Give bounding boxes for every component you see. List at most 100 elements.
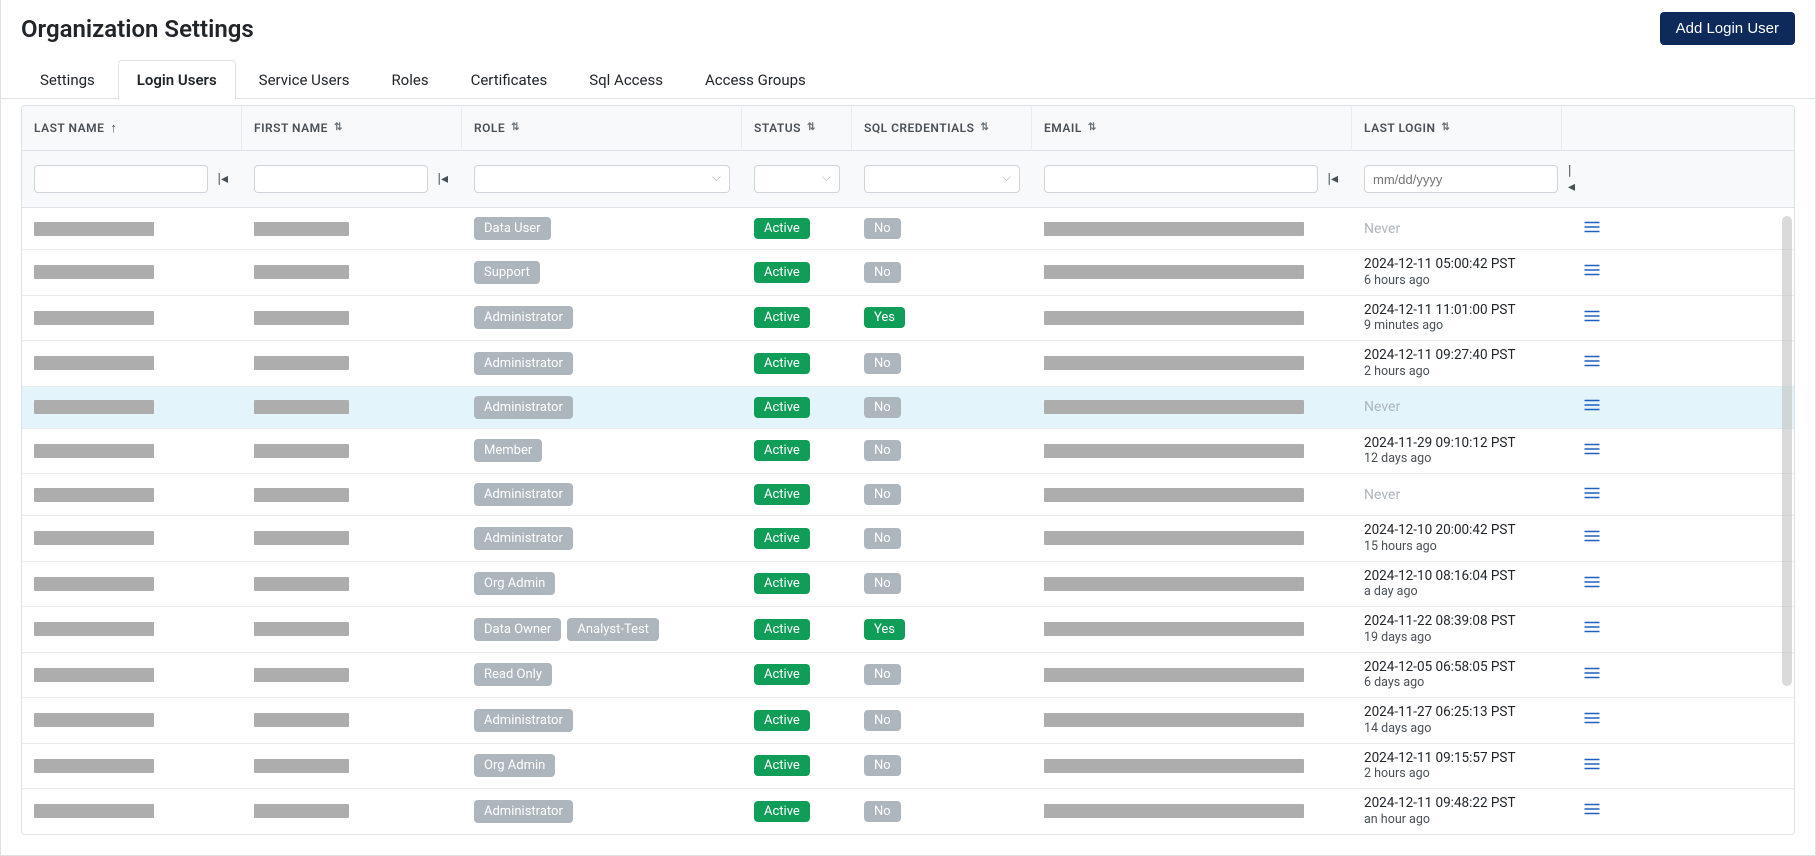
tab-access-groups[interactable]: Access Groups: [686, 60, 825, 99]
table-row[interactable]: AdministratorActiveYes2024-12-11 11:01:0…: [22, 296, 1794, 342]
table-row[interactable]: AdministratorActiveNoNever: [22, 387, 1794, 429]
table-row[interactable]: AdministratorActiveNo2024-11-27 06:25:13…: [22, 698, 1794, 744]
filter-row: |◂ |◂ |◂: [22, 151, 1794, 208]
tab-roles[interactable]: Roles: [372, 60, 447, 99]
row-actions-menu-icon[interactable]: [1583, 442, 1601, 460]
role-chip: Support: [474, 261, 540, 284]
redacted-first-name: [254, 311, 349, 325]
filter-status-select[interactable]: [754, 165, 840, 193]
row-actions-menu-icon[interactable]: [1583, 263, 1601, 281]
filter-role-select[interactable]: [474, 165, 730, 193]
redacted-first-name: [254, 531, 349, 545]
tabs-bar: SettingsLogin UsersService UsersRolesCer…: [1, 59, 1815, 99]
last-login-timestamp: 2024-12-11 05:00:42 PST: [1364, 256, 1516, 273]
sql-credentials-badge: No: [864, 353, 901, 374]
filter-email[interactable]: [1044, 165, 1318, 193]
filter-last-login-date[interactable]: [1364, 165, 1558, 193]
col-header-last-login[interactable]: LAST LOGIN ⇅: [1352, 107, 1562, 149]
row-actions-menu-icon[interactable]: [1583, 220, 1601, 238]
add-login-user-button[interactable]: Add Login User: [1660, 12, 1795, 45]
redacted-email: [1044, 804, 1304, 818]
table-row[interactable]: AdministratorActiveNoNever: [22, 474, 1794, 516]
filter-reset-icon[interactable]: |◂: [436, 171, 450, 187]
col-header-label: STATUS: [754, 121, 801, 135]
sql-credentials-badge: No: [864, 484, 901, 505]
last-login-timestamp: 2024-12-10 20:00:42 PST: [1364, 522, 1516, 539]
scrollbar[interactable]: [1782, 216, 1792, 686]
last-login-timestamp: 2024-11-29 09:10:12 PST: [1364, 435, 1516, 452]
role-chip: Read Only: [474, 663, 552, 686]
table-row[interactable]: SupportActiveNo2024-12-11 05:00:42 PST6 …: [22, 250, 1794, 296]
status-badge: Active: [754, 307, 810, 328]
sql-credentials-badge: Yes: [864, 619, 905, 640]
table-row[interactable]: Data OwnerAnalyst-TestActiveYes2024-11-2…: [22, 607, 1794, 653]
status-badge: Active: [754, 484, 810, 505]
page-title: Organization Settings: [21, 15, 254, 43]
row-actions-menu-icon[interactable]: [1583, 620, 1601, 638]
redacted-last-name: [34, 400, 154, 414]
redacted-email: [1044, 668, 1304, 682]
col-header-last-name[interactable]: LAST NAME ↑: [22, 106, 242, 150]
row-actions-menu-icon[interactable]: [1583, 802, 1601, 820]
redacted-first-name: [254, 804, 349, 818]
filter-reset-icon[interactable]: |◂: [216, 171, 230, 187]
col-header-email[interactable]: EMAIL ⇅: [1032, 107, 1352, 149]
table-row[interactable]: AdministratorActiveNo2024-12-11 09:48:22…: [22, 789, 1794, 834]
filter-last-name[interactable]: [34, 165, 208, 193]
tab-login-users[interactable]: Login Users: [118, 60, 236, 99]
col-header-first-name[interactable]: FIRST NAME ⇅: [242, 107, 462, 149]
row-actions-menu-icon[interactable]: [1583, 575, 1601, 593]
sql-credentials-badge: No: [864, 218, 901, 239]
col-header-actions: [1562, 114, 1622, 142]
sort-both-icon: ⇅: [1442, 123, 1451, 133]
redacted-first-name: [254, 444, 349, 458]
sql-credentials-badge: No: [864, 755, 901, 776]
status-badge: Active: [754, 573, 810, 594]
table-row[interactable]: Org AdminActiveNo2024-12-10 08:16:04 PST…: [22, 562, 1794, 608]
redacted-email: [1044, 577, 1304, 591]
table-row[interactable]: MemberActiveNo2024-11-29 09:10:12 PST12 …: [22, 429, 1794, 475]
col-header-sql-credentials[interactable]: SQL CREDENTIALS ⇅: [852, 107, 1032, 149]
last-login-timestamp: 2024-11-22 08:39:08 PST: [1364, 613, 1516, 630]
sort-both-icon: ⇅: [980, 123, 989, 133]
col-header-role[interactable]: ROLE ⇅: [462, 107, 742, 149]
table-row[interactable]: Read OnlyActiveNo2024-12-05 06:58:05 PST…: [22, 653, 1794, 699]
last-login-ago: 19 days ago: [1364, 630, 1516, 646]
filter-first-name[interactable]: [254, 165, 428, 193]
row-actions-menu-icon[interactable]: [1583, 711, 1601, 729]
tab-sql-access[interactable]: Sql Access: [570, 60, 682, 99]
status-badge: Active: [754, 801, 810, 822]
filter-reset-icon[interactable]: |◂: [1326, 171, 1340, 187]
redacted-first-name: [254, 577, 349, 591]
filter-sql-select[interactable]: [864, 165, 1020, 193]
row-actions-menu-icon[interactable]: [1583, 757, 1601, 775]
tab-settings[interactable]: Settings: [21, 60, 114, 99]
redacted-last-name: [34, 531, 154, 545]
row-actions-menu-icon[interactable]: [1583, 354, 1601, 372]
table-row[interactable]: AdministratorActiveNo2024-12-11 09:27:40…: [22, 341, 1794, 387]
row-actions-menu-icon[interactable]: [1583, 309, 1601, 327]
sql-credentials-badge: Yes: [864, 307, 905, 328]
last-login-ago: 14 days ago: [1364, 721, 1516, 737]
role-chip: Administrator: [474, 306, 573, 329]
row-actions-menu-icon[interactable]: [1583, 666, 1601, 684]
tab-certificates[interactable]: Certificates: [452, 60, 567, 99]
sort-both-icon: ⇅: [334, 123, 343, 133]
last-login-timestamp: 2024-12-11 09:15:57 PST: [1364, 750, 1516, 767]
role-chip: Administrator: [474, 396, 573, 419]
last-login-ago: 12 days ago: [1364, 451, 1516, 467]
col-header-label: LAST NAME: [34, 121, 104, 135]
last-login-ago: 2 hours ago: [1364, 766, 1516, 782]
row-actions-menu-icon[interactable]: [1583, 529, 1601, 547]
table-row[interactable]: Data UserActiveNoNever: [22, 208, 1794, 250]
table-row[interactable]: Org AdminActiveNo2024-12-11 09:15:57 PST…: [22, 744, 1794, 790]
last-login-timestamp: 2024-12-05 06:58:05 PST: [1364, 659, 1516, 676]
table-row[interactable]: AdministratorActiveNo2024-12-10 20:00:42…: [22, 516, 1794, 562]
redacted-last-name: [34, 759, 154, 773]
col-header-status[interactable]: STATUS ⇅: [742, 107, 852, 149]
row-actions-menu-icon[interactable]: [1583, 486, 1601, 504]
row-actions-menu-icon[interactable]: [1583, 398, 1601, 416]
tab-service-users[interactable]: Service Users: [240, 60, 369, 99]
role-chip: Administrator: [474, 709, 573, 732]
role-chip: Analyst-Test: [567, 618, 659, 641]
